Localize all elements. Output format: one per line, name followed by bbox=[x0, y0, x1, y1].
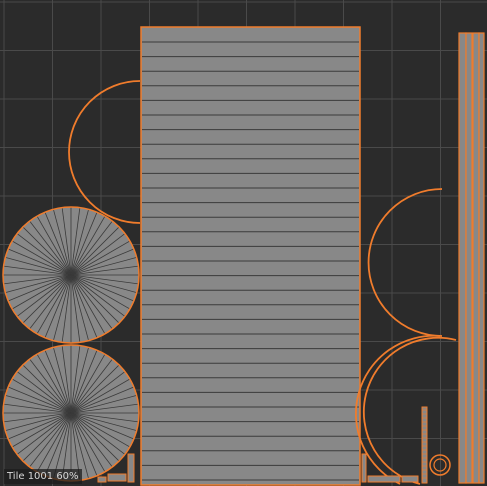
uv-layout-canvas[interactable] bbox=[0, 0, 487, 486]
uv-island-thin-strips[interactable] bbox=[458, 32, 485, 484]
thin-strip bbox=[465, 32, 473, 484]
small-piece bbox=[107, 473, 127, 482]
uv-island-disc-bottom[interactable] bbox=[2, 344, 140, 482]
small-piece bbox=[127, 453, 135, 483]
uv-editor-viewport[interactable]: Tile 1001 60% bbox=[0, 0, 487, 486]
small-piece bbox=[367, 475, 401, 483]
small-piece bbox=[401, 475, 419, 483]
thin-strip bbox=[458, 32, 467, 484]
small-piece bbox=[97, 476, 107, 483]
small-piece bbox=[361, 453, 367, 483]
thin-strip bbox=[472, 32, 480, 484]
tile-zoom-label: Tile 1001 60% bbox=[4, 469, 82, 484]
thin-strip bbox=[478, 32, 485, 484]
uv-island-arc-left[interactable] bbox=[68, 80, 141, 224]
uv-island-disc-top[interactable] bbox=[2, 206, 140, 344]
uv-island-arc-right-top[interactable] bbox=[367, 188, 443, 337]
small-bar bbox=[421, 406, 428, 484]
uv-island-wide-strip[interactable] bbox=[140, 26, 361, 486]
